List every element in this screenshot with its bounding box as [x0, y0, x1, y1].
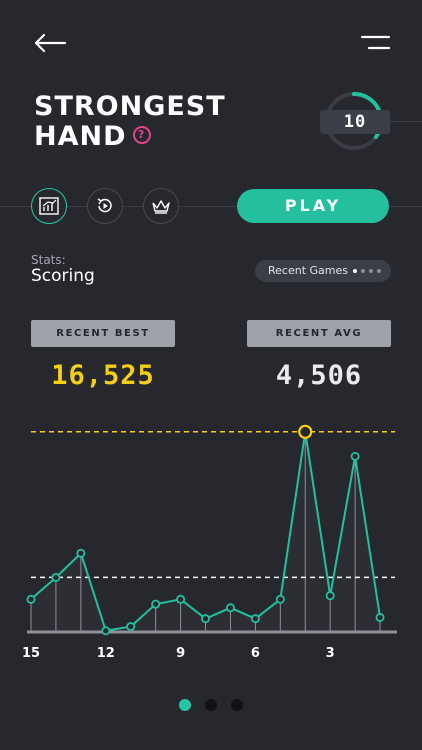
- x-tick-label: 15: [22, 646, 40, 661]
- recent-best-card: RECENT BEST 16,525: [31, 320, 175, 392]
- pagination-dots-icon: [353, 269, 381, 273]
- stats-label: Stats:: [31, 253, 66, 267]
- title-line-2: HAND: [34, 121, 127, 152]
- score-point: [126, 622, 136, 632]
- recent-avg-label: RECENT AVG: [247, 320, 391, 347]
- page-dot-1[interactable]: [179, 699, 191, 711]
- score-point: [101, 626, 111, 636]
- recent-games-selector[interactable]: Recent Games: [255, 260, 391, 282]
- play-button[interactable]: PLAY: [237, 189, 389, 223]
- level-badge: 10: [320, 110, 390, 134]
- help-icon[interactable]: ?: [132, 125, 151, 144]
- score-point: [375, 612, 385, 622]
- page-dot-2[interactable]: [205, 699, 217, 711]
- recent-avg-value: 4,506: [275, 360, 363, 391]
- best-score-point: [298, 424, 313, 439]
- score-point: [176, 594, 186, 604]
- score-point: [225, 603, 235, 613]
- stats-tab-button[interactable]: [31, 188, 67, 224]
- arrow-left-icon: [34, 33, 67, 53]
- x-tick-label: 3: [326, 646, 335, 661]
- recent-best-label: RECENT BEST: [31, 320, 175, 347]
- stats-value: Scoring: [31, 266, 95, 286]
- score-point: [350, 451, 360, 461]
- menu-icon: [360, 35, 391, 50]
- page-indicator: [179, 699, 245, 711]
- score-point: [51, 572, 61, 582]
- back-button[interactable]: [30, 30, 68, 56]
- replay-tab-button[interactable]: [87, 188, 123, 224]
- chart-icon: [39, 197, 59, 215]
- score-point: [151, 599, 161, 609]
- menu-button[interactable]: [356, 30, 394, 56]
- level-divider: [390, 121, 422, 122]
- x-tick-label: 6: [251, 646, 260, 661]
- x-tick-label: 9: [176, 646, 185, 661]
- page-title: STRONGEST HAND?: [34, 92, 274, 152]
- title-line-1: STRONGEST: [34, 91, 226, 122]
- recent-best-value: 16,525: [51, 360, 155, 391]
- crown-icon: [152, 200, 170, 214]
- crown-tab-button[interactable]: [143, 188, 179, 224]
- score-point: [76, 548, 86, 558]
- score-point: [325, 591, 335, 601]
- score-chart: 15 12 9 6 3: [22, 424, 397, 661]
- score-point: [26, 594, 36, 604]
- score-point: [275, 594, 285, 604]
- score-point: [201, 614, 211, 624]
- chart-area: [31, 432, 380, 632]
- page-dot-3[interactable]: [231, 699, 243, 711]
- recent-avg-card: RECENT AVG 4,506: [247, 320, 391, 392]
- recent-games-label: Recent Games: [268, 264, 348, 277]
- score-point: [250, 614, 260, 624]
- x-tick-label: 12: [97, 646, 115, 661]
- replay-icon: [97, 198, 112, 213]
